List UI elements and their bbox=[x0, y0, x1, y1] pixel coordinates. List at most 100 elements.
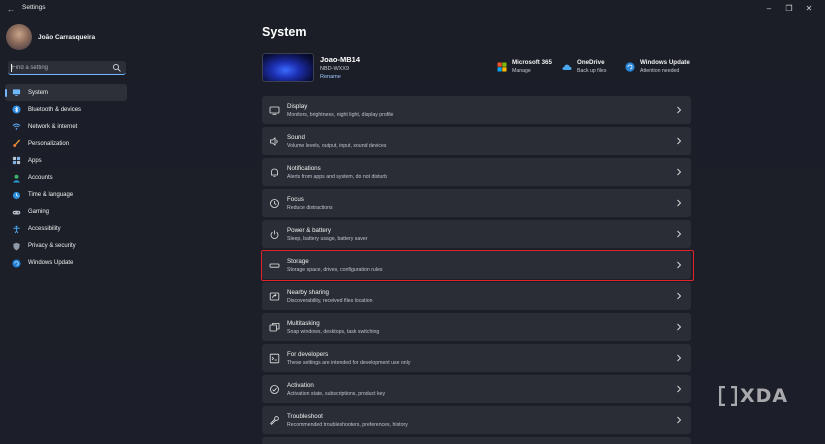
sidebar-item-accessibility[interactable]: Accessibility bbox=[5, 221, 127, 238]
card-subtitle: Activation state, subscriptions, product… bbox=[287, 391, 386, 397]
chevron-right-icon bbox=[677, 199, 682, 207]
app-title: Settings bbox=[22, 4, 46, 11]
profile-name: João Carrasqueira bbox=[38, 33, 96, 41]
settings-card-focus[interactable]: Focus Reduce distractions bbox=[262, 189, 691, 217]
chevron-right-icon bbox=[677, 168, 682, 176]
bluetooth-icon bbox=[12, 105, 21, 114]
monitor-icon bbox=[12, 89, 21, 96]
quick-link-title: OneDrive bbox=[577, 59, 605, 66]
quick-link-subtitle: Back up files bbox=[577, 68, 607, 74]
sidebar-item-gaming[interactable]: Gaming bbox=[5, 204, 127, 221]
sidebar-item-apps[interactable]: Apps bbox=[5, 152, 127, 169]
device-name: Joao-MB14 bbox=[320, 55, 361, 64]
avatar bbox=[6, 24, 32, 50]
settings-card-troubleshoot[interactable]: Troubleshoot Recommended troubleshooters… bbox=[262, 406, 691, 434]
wifi-icon bbox=[12, 123, 21, 130]
device-wallpaper-thumbnail bbox=[262, 53, 314, 82]
settings-card-partial[interactable] bbox=[262, 437, 691, 444]
chevron-right-icon bbox=[677, 385, 682, 393]
settings-card-storage[interactable]: Storage Storage space, drives, configura… bbox=[262, 251, 691, 279]
sidebar-item-accounts[interactable]: Accounts bbox=[5, 169, 127, 186]
card-title: Power & battery bbox=[287, 227, 332, 234]
sidebar-item-privacy[interactable]: Privacy & security bbox=[5, 238, 127, 255]
microsoft-icon bbox=[497, 62, 507, 72]
chevron-right-icon bbox=[677, 261, 682, 269]
close-button[interactable]: ✕ bbox=[799, 2, 819, 16]
window-controls: – ❐ ✕ bbox=[759, 2, 819, 16]
settings-card-notifications[interactable]: Notifications Alerts from apps and syste… bbox=[262, 158, 691, 186]
card-title: Nearby sharing bbox=[287, 289, 329, 296]
search-icon[interactable] bbox=[112, 63, 122, 73]
settings-card-display[interactable]: Display Monitors, brightness, night ligh… bbox=[262, 96, 691, 124]
chevron-right-icon bbox=[677, 230, 682, 238]
apps-icon bbox=[12, 157, 21, 165]
quick-link-title: Windows Update bbox=[640, 59, 690, 66]
settings-card-activation[interactable]: Activation Activation state, subscriptio… bbox=[262, 375, 691, 403]
focus-icon bbox=[270, 199, 279, 208]
card-subtitle: Monitors, brightness, night light, displ… bbox=[287, 112, 394, 118]
sidebar-nav: System Bluetooth & devices Network & int… bbox=[5, 84, 127, 272]
settings-card-sound[interactable]: Sound Volume levels, output, input, soun… bbox=[262, 127, 691, 155]
multitask-icon bbox=[269, 323, 280, 332]
update-icon bbox=[625, 62, 635, 72]
xda-watermark: XDA bbox=[719, 385, 788, 407]
globe-clock-icon bbox=[12, 191, 21, 199]
title-bar: ← Settings – ❐ ✕ bbox=[0, 0, 825, 20]
page-title: System bbox=[262, 25, 307, 39]
card-subtitle: These settings are intended for developm… bbox=[287, 360, 411, 366]
update-icon bbox=[12, 259, 21, 268]
settings-card-power[interactable]: Power & battery Sleep, battery usage, ba… bbox=[262, 220, 691, 248]
quick-link-title: Microsoft 365 bbox=[512, 59, 552, 66]
card-subtitle: Discoverability, received files location bbox=[287, 298, 373, 304]
settings-card-for-developers[interactable]: For developers These settings are intend… bbox=[262, 344, 691, 372]
sidebar-item-label: Apps bbox=[28, 157, 42, 164]
quick-link-subtitle: Manage bbox=[512, 68, 531, 74]
search-input[interactable] bbox=[12, 63, 108, 73]
search-box[interactable] bbox=[8, 61, 126, 75]
check-circle-icon bbox=[270, 385, 279, 394]
quick-link-onedrive[interactable]: OneDrive Back up files bbox=[562, 59, 606, 74]
speaker-icon bbox=[270, 137, 278, 146]
device-info: Joao-MB14 NBD-WXX9 Rename bbox=[262, 53, 360, 82]
sidebar-item-label: Bluetooth & devices bbox=[28, 106, 82, 113]
sidebar-item-time-language[interactable]: Time & language bbox=[5, 187, 127, 204]
developer-icon bbox=[269, 353, 280, 364]
card-subtitle: Storage space, drives, configuration rul… bbox=[287, 267, 383, 273]
back-arrow-icon[interactable]: ← bbox=[5, 3, 17, 15]
maximize-button[interactable]: ❐ bbox=[779, 2, 799, 16]
sidebar-item-label: Network & internet bbox=[28, 123, 78, 130]
sidebar-item-personalization[interactable]: Personalization bbox=[5, 135, 127, 152]
quick-link-windows-update[interactable]: Windows Update Attention needed bbox=[625, 59, 690, 74]
settings-list: Display Monitors, brightness, night ligh… bbox=[262, 96, 691, 444]
shield-icon bbox=[13, 242, 20, 251]
sidebar-item-label: Privacy & security bbox=[28, 243, 76, 250]
minimize-button[interactable]: – bbox=[759, 2, 779, 16]
chevron-right-icon bbox=[677, 292, 682, 300]
sidebar-item-label: Accounts bbox=[28, 175, 53, 182]
sidebar-item-label: Accessibility bbox=[28, 226, 61, 233]
sidebar-item-bluetooth[interactable]: Bluetooth & devices bbox=[5, 101, 127, 118]
settings-card-multitasking[interactable]: Multitasking Snap windows, desktops, tas… bbox=[262, 313, 691, 341]
sidebar-item-label: Windows Update bbox=[28, 260, 74, 267]
card-title: Multitasking bbox=[287, 320, 320, 327]
card-title: Notifications bbox=[287, 165, 321, 172]
brush-icon bbox=[13, 139, 21, 148]
rename-link[interactable]: Rename bbox=[320, 74, 360, 80]
sidebar-item-system[interactable]: System bbox=[5, 84, 127, 102]
user-profile[interactable]: João Carrasqueira bbox=[6, 24, 95, 50]
settings-window: ← Settings – ❐ ✕ João Carrasqueira Syste… bbox=[0, 0, 825, 444]
card-title: Sound bbox=[287, 134, 305, 141]
quick-link-microsoft-365[interactable]: Microsoft 365 Manage bbox=[497, 59, 552, 74]
settings-card-nearby-sharing[interactable]: Nearby sharing Discoverability, received… bbox=[262, 282, 691, 310]
sidebar-item-label: Gaming bbox=[28, 209, 50, 216]
card-subtitle: Reduce distractions bbox=[287, 205, 333, 211]
sidebar-item-network[interactable]: Network & internet bbox=[5, 118, 127, 135]
card-title: Activation bbox=[287, 382, 314, 389]
sidebar-item-windows-update[interactable]: Windows Update bbox=[5, 255, 127, 272]
storage-icon bbox=[269, 263, 280, 268]
gamepad-icon bbox=[12, 210, 21, 215]
card-title: Focus bbox=[287, 196, 304, 203]
chevron-right-icon bbox=[677, 354, 682, 362]
sidebar-item-label: System bbox=[28, 89, 49, 96]
power-icon bbox=[270, 230, 279, 239]
